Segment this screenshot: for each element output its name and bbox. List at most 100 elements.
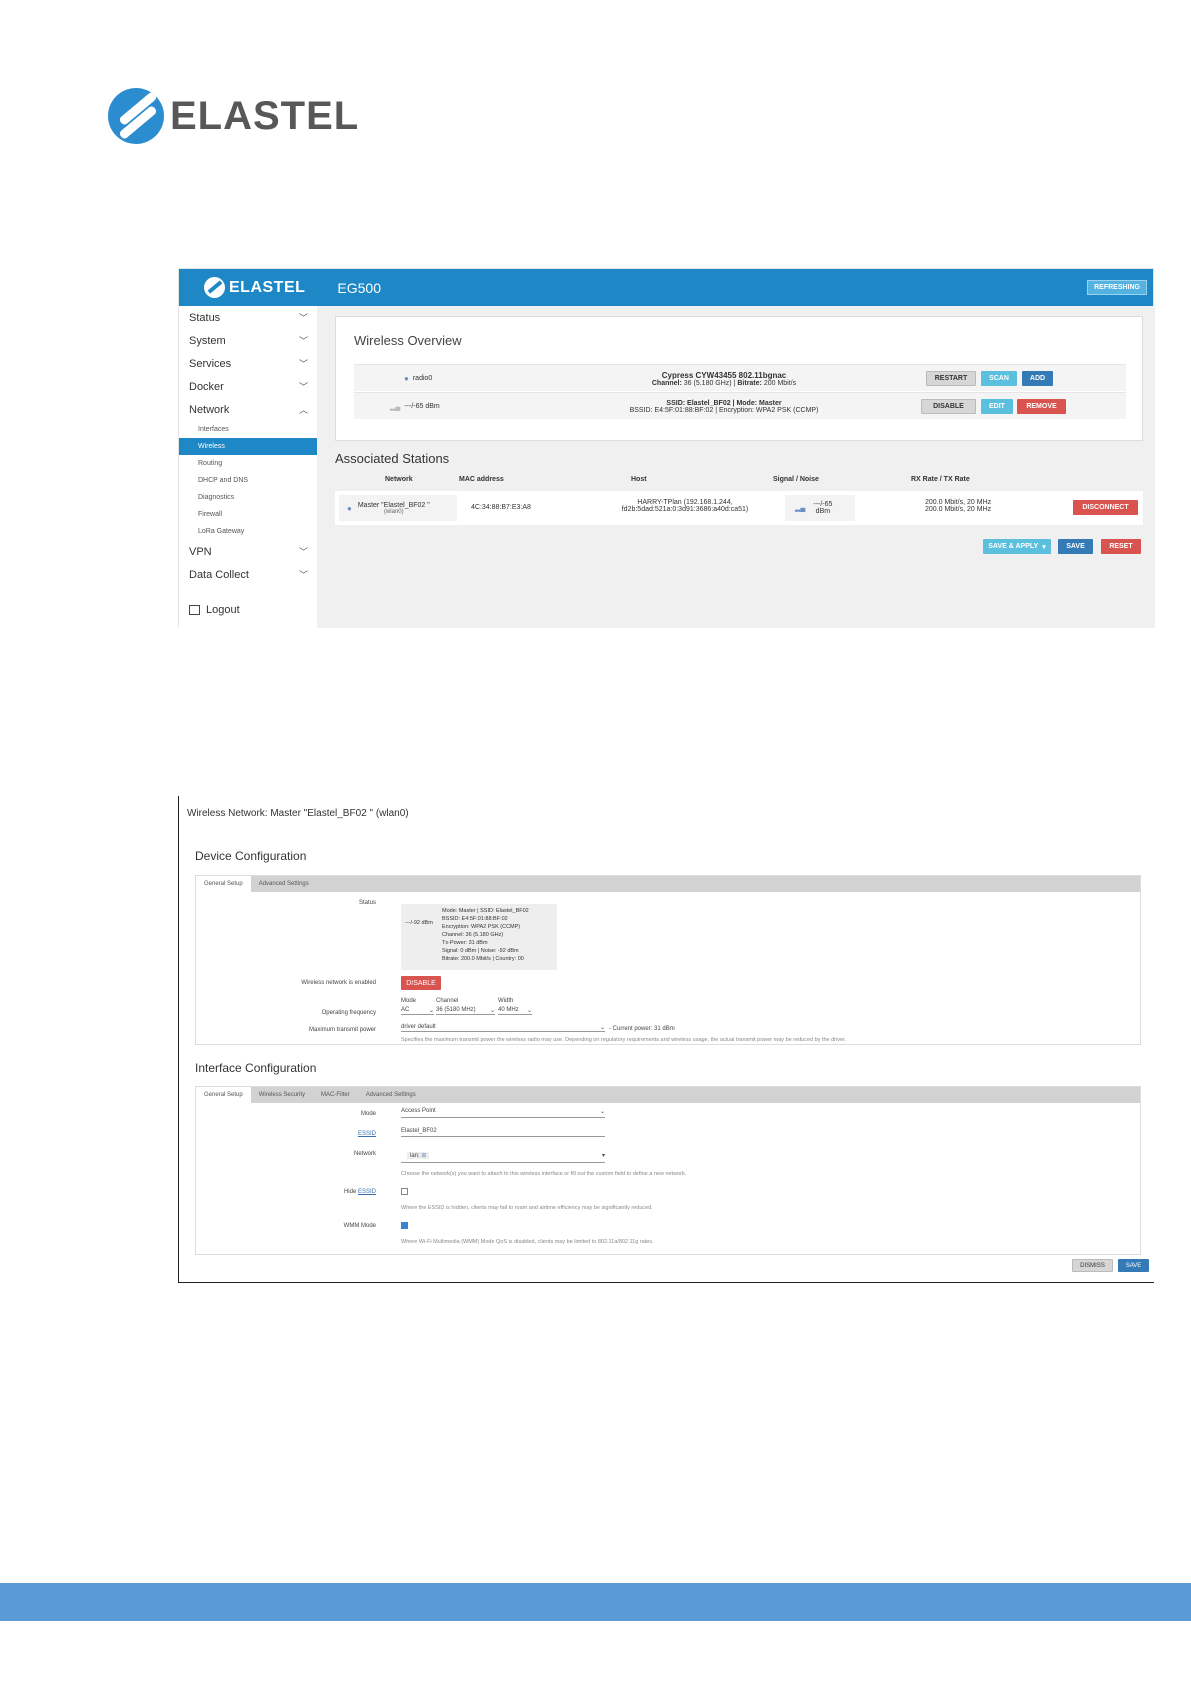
chevron-down-icon: ⌄ [428,1008,434,1014]
brand[interactable]: ELASTEL [204,277,305,298]
tab-advanced-settings[interactable]: Advanced Settings [358,1087,424,1103]
network-value: lan: [410,1153,420,1159]
signal-bars-icon: ▂▄ [390,403,401,411]
top-bar: ELASTEL EG500 REFRESHING [179,269,1153,306]
save-apply-label: SAVE & APPLY [988,543,1039,550]
sidebar-sub-routing[interactable]: Routing [179,455,317,472]
reset-button[interactable]: RESET [1101,539,1141,554]
sidebar-item-services[interactable]: Services ﹀ [179,352,317,375]
scan-button[interactable]: SCAN [981,371,1017,386]
chevron-down-icon: ﹀ [298,313,308,323]
sidebar-sub-dhcp[interactable]: DHCP and DNS [179,472,317,489]
panel-title: Wireless Overview [354,333,462,348]
elastel-logo: ELASTEL [108,88,359,144]
enabled-label: Wireless network is enabled [301,980,376,986]
save-config-button[interactable]: SAVE [1118,1259,1149,1272]
save-apply-button[interactable]: SAVE & APPLY ▾ [983,539,1051,554]
disable-button[interactable]: DISABLE [921,399,976,414]
station-signal-unit: dBm [815,508,831,515]
essid-input[interactable]: Elastel_BF02 [401,1128,605,1137]
sidebar-item-label: Status [189,311,221,324]
chevron-down-icon: ﹀ [298,382,308,392]
hide-essid-checkbox[interactable] [401,1188,408,1195]
channel-heading: Channel [436,998,459,1004]
essid-label[interactable]: ESSID [196,1131,376,1137]
sidebar-item-system[interactable]: System ﹀ [179,329,317,352]
iface-mode-value: Access Point [401,1108,436,1114]
radio-icon: ● [404,374,409,383]
mode-heading: Mode [401,998,417,1004]
tab-wireless-security[interactable]: Wireless Security [251,1087,313,1103]
col-mac: MAC address [459,476,504,483]
tab-general-setup[interactable]: General Setup [196,1087,251,1103]
sidebar-sub-diagnostics[interactable]: Diagnostics [179,489,317,506]
chevron-up-icon: ︿ [298,405,308,415]
mode-value: AC [401,1007,410,1013]
tab-general-setup[interactable]: General Setup [196,876,251,892]
chevron-down-icon: ⌄ [599,1025,605,1031]
txpower-select[interactable]: driver default ⌄ [401,1024,605,1032]
device-config-title: Device Configuration [195,849,307,863]
col-host: Host [631,476,647,483]
signal-cell: ▂▄ ---/-65 dBm [390,393,440,420]
page-footer-bar [0,1583,1191,1621]
sidebar-item-docker[interactable]: Docker ﹀ [179,375,317,398]
wireless-overview-panel: Wireless Overview ● radio0 Cypress CYW43… [335,316,1143,441]
iface-mode-select[interactable]: Access Point ⌄ [401,1108,605,1118]
wireless-overview-screenshot: ELASTEL EG500 REFRESHING Status ﹀ System ﹀… [178,268,1155,628]
associated-stations-title: Associated Stations [335,451,450,466]
station-host-line2: fd2b:5dad:521a:0:3d91:3686:a40d:ca51) [621,506,749,513]
wmm-checkbox[interactable] [401,1222,408,1229]
sidebar-item-network[interactable]: Network ︿ [179,398,317,421]
status-signal: ---/-92 dBm [405,920,433,926]
radio-row: ● radio0 Cypress CYW43455 802.11bgnac Ch… [354,364,1126,391]
station-host-line1: HARRY-TPlan (192.168.1.244, [637,499,733,506]
sidebar: Status ﹀ System ﹀ Services ﹀ Docker ﹀ Networ… [179,306,317,628]
sidebar-item-data-collect[interactable]: Data Collect ﹀ [179,563,317,586]
bssid-line: BSSID: E4:5F:01:88:BF:02 | Encryption: W… [629,406,819,414]
sidebar-item-label: Services [189,357,232,370]
channel-label: Channel: [651,379,682,387]
disconnect-button[interactable]: DISCONNECT [1073,500,1138,515]
restart-button[interactable]: RESTART [926,371,976,386]
station-signal-text: ---/-65 dBm [813,501,832,515]
save-button[interactable]: SAVE [1058,539,1093,554]
network-row: ▂▄ ---/-65 dBm SSID: Elastel_BF02 | Mode… [354,392,1126,419]
sidebar-sub-firewall[interactable]: Firewall [179,506,317,523]
status-label: Status [358,900,376,906]
col-network: Network [385,476,413,483]
dismiss-button[interactable]: DISMISS [1072,1259,1113,1272]
network-label: Network [353,1151,376,1157]
col-rate: RX Rate / TX Rate [911,476,970,483]
status-line: Encryption: WPA2 PSK (CCMP) [442,924,521,930]
sidebar-sub-lora[interactable]: LoRa Gateway [179,523,317,540]
width-select[interactable]: 40 MHz ⌄ [498,1007,532,1015]
status-line: Bitrate: 200.0 Mbit/s | Country: 00 [442,956,524,962]
hide-essid-help: Where the ESSID is hidden, clients may f… [401,1205,653,1211]
network-info: SSID: Elastel_BF02 | Mode: Master BSSID:… [574,393,874,420]
network-select[interactable]: lan: ⊞ ▾ [401,1148,605,1163]
sidebar-item-label: System [189,334,226,347]
sidebar-item-vpn[interactable]: VPN ﹀ [179,540,317,563]
tab-mac-filter[interactable]: MAC-Filter [313,1087,358,1103]
hide-essid-link[interactable]: ESSID [358,1189,376,1195]
sidebar-item-label: Docker [189,380,224,393]
main-content: Wireless Overview ● radio0 Cypress CYW43… [317,306,1155,628]
sidebar-sub-wireless[interactable]: Wireless [179,438,317,455]
mode-select[interactable]: AC ⌄ [401,1007,434,1015]
network-chip: lan: ⊞ [407,1152,430,1159]
brand-logo-icon [204,277,225,298]
station-rate: 200.0 Mbit/s, 20 MHz 200.0 Mbit/s, 20 MH… [925,499,991,513]
refreshing-badge[interactable]: REFRESHING [1087,280,1147,295]
channel-value: 36 (5180 MHz) [436,1007,476,1013]
channel-select[interactable]: 36 (5180 MHz) ⌄ [436,1007,495,1015]
remove-button[interactable]: REMOVE [1017,399,1066,414]
tab-advanced-settings[interactable]: Advanced Settings [251,876,317,892]
disable-network-button[interactable]: DISABLE [401,976,441,990]
logout-link[interactable]: Logout [179,604,317,616]
sidebar-item-status[interactable]: Status ﹀ [179,306,317,329]
hide-label-text: Hide [343,1189,358,1195]
sidebar-sub-interfaces[interactable]: Interfaces [179,421,317,438]
edit-button[interactable]: EDIT [981,399,1013,414]
add-button[interactable]: ADD [1022,371,1053,386]
